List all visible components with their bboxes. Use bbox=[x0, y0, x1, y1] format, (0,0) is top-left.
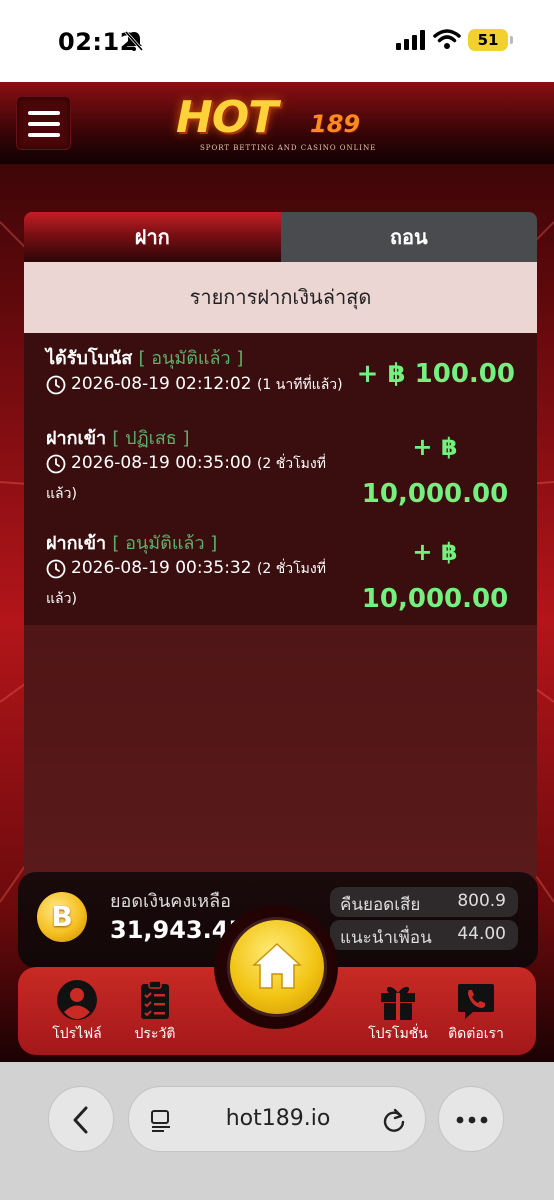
cashback-chip[interactable]: คืนยอดเสีย 800.9 bbox=[330, 887, 518, 917]
referral-chip[interactable]: แนะนำเพื่อน 44.00 bbox=[330, 920, 518, 950]
nav-promotion[interactable]: โปรโมชั่น bbox=[363, 979, 433, 1049]
clock-icon bbox=[46, 375, 66, 395]
nav-contact-label: ติดต่อเรา bbox=[448, 1026, 504, 1042]
relative-time: (1 นาทีที่แล้ว) bbox=[256, 377, 343, 393]
balance-label: ยอดเงินคงเหลือ bbox=[110, 891, 231, 912]
transaction-title: ฝากเข้า [ ปฏิเสธ ] bbox=[46, 423, 190, 452]
transaction-status: [ อนุมัติแล้ว ] bbox=[138, 348, 244, 369]
transaction-list: ได้รับโบนัส [ อนุมัติแล้ว ] 2026-08-19 0… bbox=[24, 333, 537, 625]
reload-icon[interactable] bbox=[381, 1107, 407, 1133]
clock-icon bbox=[46, 454, 66, 474]
list-heading: รายการฝากเงินล่าสุด bbox=[24, 262, 537, 333]
coin-icon: B bbox=[37, 892, 87, 942]
transaction-row: ฝากเข้า [ ปฏิเสธ ] 2026-08-19 00:35:00 (… bbox=[24, 423, 537, 523]
nav-contact[interactable]: ติดต่อเรา bbox=[441, 979, 511, 1049]
logo-word: HOT bbox=[176, 92, 278, 143]
transaction-datetime: 2026-08-19 02:12:02 (1 นาทีที่แล้ว) bbox=[71, 374, 343, 396]
user-icon bbox=[57, 980, 97, 1020]
browser-toolbar: hot189.io bbox=[0, 1062, 554, 1200]
transaction-datetime: 2026-08-19 00:35:00 (2 ชั่วโมงที่ bbox=[71, 453, 326, 475]
amount-prefix: + ฿ bbox=[412, 433, 458, 461]
clock-icon bbox=[46, 559, 66, 579]
tab-withdraw[interactable]: ถอน bbox=[280, 212, 537, 262]
cashback-label: คืนยอดเสีย bbox=[340, 895, 421, 915]
nav-history[interactable]: ประวัติ bbox=[120, 979, 190, 1049]
transaction-title: ได้รับโบนัส [ อนุมัติแล้ว ] bbox=[46, 343, 243, 372]
address-bar[interactable]: hot189.io bbox=[128, 1086, 426, 1152]
relative-time-continued: แล้ว) bbox=[46, 591, 77, 607]
battery-indicator: 51 bbox=[468, 29, 513, 51]
back-button[interactable] bbox=[48, 1086, 114, 1152]
relative-time: (2 ชั่วโมงที่ bbox=[256, 561, 326, 577]
nav-profile[interactable]: โปรไฟล์ bbox=[42, 979, 112, 1049]
relative-time-continued: แล้ว) bbox=[46, 486, 77, 502]
logo-number: 189 bbox=[310, 110, 361, 138]
home-button[interactable] bbox=[230, 920, 324, 1014]
amount-value: 10,000.00 bbox=[361, 479, 509, 509]
transaction-type: ฝากเข้า bbox=[46, 428, 107, 449]
transaction-amount: + ฿ 100.00 bbox=[357, 359, 515, 389]
relative-time: (2 ชั่วโมงที่ bbox=[256, 456, 326, 472]
datetime-value: 2026-08-19 00:35:32 bbox=[71, 558, 252, 578]
transaction-row: ได้รับโบนัส [ อนุมัติแล้ว ] 2026-08-19 0… bbox=[24, 343, 537, 413]
referral-label: แนะนำเพื่อน bbox=[340, 928, 432, 948]
nav-profile-label: โปรไฟล์ bbox=[52, 1026, 102, 1042]
hot189-logo[interactable]: HOT 189 SPORT BETTING AND CASINO ONLINE bbox=[176, 92, 386, 156]
phone-chat-icon bbox=[458, 984, 494, 1019]
gift-icon bbox=[381, 986, 415, 1020]
nav-promotion-label: โปรโมชั่น bbox=[368, 1026, 428, 1042]
menu-bar-icon bbox=[28, 111, 60, 115]
transaction-status: [ อนุมัติแล้ว ] bbox=[112, 533, 218, 554]
transaction-row: ฝากเข้า [ อนุมัติแล้ว ] 2026-08-19 00:35… bbox=[24, 528, 537, 628]
wifi-icon bbox=[433, 29, 461, 49]
logo-tagline: SPORT BETTING AND CASINO ONLINE bbox=[200, 144, 377, 152]
datetime-value: 2026-08-19 02:12:02 bbox=[71, 374, 252, 394]
tab-deposit[interactable]: ฝาก bbox=[24, 212, 281, 262]
status-bar: 02:12 51 bbox=[0, 0, 554, 82]
transaction-type: ฝากเข้า bbox=[46, 533, 107, 554]
silent-bell-icon bbox=[124, 31, 144, 51]
home-icon bbox=[252, 942, 302, 989]
clipboard-checklist-icon bbox=[141, 980, 169, 1019]
ellipsis-icon bbox=[456, 1116, 488, 1124]
transaction-type: ได้รับโบนัส bbox=[46, 348, 133, 369]
datetime-value: 2026-08-19 00:35:00 bbox=[71, 453, 252, 473]
referral-value: 44.00 bbox=[457, 924, 506, 944]
amount-prefix: + ฿ bbox=[412, 538, 458, 566]
nav-history-label: ประวัติ bbox=[134, 1026, 176, 1042]
cashback-value: 800.9 bbox=[457, 891, 506, 911]
app-viewport: HOT 189 SPORT BETTING AND CASINO ONLINE … bbox=[0, 82, 554, 1062]
transaction-datetime: 2026-08-19 00:35:32 (2 ชั่วโมงที่ bbox=[71, 558, 326, 580]
top-header: HOT 189 SPORT BETTING AND CASINO ONLINE bbox=[0, 82, 554, 164]
cellular-signal-icon bbox=[396, 30, 425, 50]
more-button[interactable] bbox=[438, 1086, 504, 1152]
transaction-title: ฝากเข้า [ อนุมัติแล้ว ] bbox=[46, 528, 217, 557]
menu-bar-icon bbox=[28, 133, 60, 137]
chevron-left-icon bbox=[73, 1106, 88, 1134]
tab-bar: ฝาก ถอน bbox=[24, 212, 537, 262]
transactions-card: ฝาก ถอน รายการฝากเงินล่าสุด ได้รับโบนัส … bbox=[24, 212, 537, 882]
transaction-status: [ ปฏิเสธ ] bbox=[112, 428, 190, 449]
menu-bar-icon bbox=[28, 122, 60, 126]
amount-prefix: + ฿ bbox=[356, 359, 406, 389]
amount-value: 100.00 bbox=[414, 359, 515, 389]
hamburger-menu-button[interactable] bbox=[16, 96, 71, 150]
amount-value: 10,000.00 bbox=[361, 584, 509, 614]
